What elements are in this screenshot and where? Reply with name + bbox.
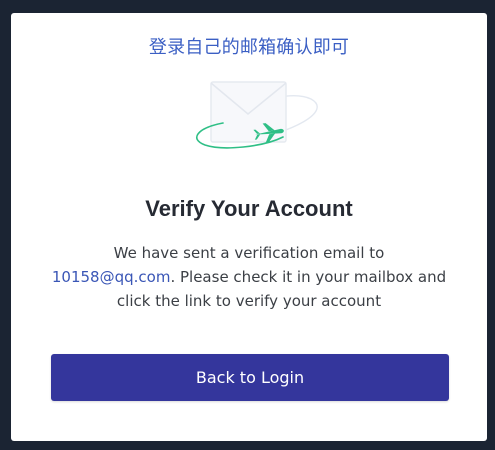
chinese-annotation: 登录自己的邮箱确认即可 <box>148 37 350 58</box>
envelope-airplane-icon <box>183 81 318 159</box>
message-line-3: click the link to verify your account <box>116 292 382 310</box>
back-to-login-button[interactable]: Back to Login <box>51 354 449 401</box>
email-address: 10158@qq.com <box>51 268 171 286</box>
verify-card: 登录自己的邮箱确认即可 Verify Your Account We have … <box>11 13 487 441</box>
page-title: Verify Your Account <box>145 196 353 221</box>
message-line-1: We have sent a verification email to <box>113 244 385 262</box>
message-line-2: . Please check it in your mailbox and <box>170 268 447 286</box>
verification-message: We have sent a verification email to 101… <box>41 241 457 313</box>
